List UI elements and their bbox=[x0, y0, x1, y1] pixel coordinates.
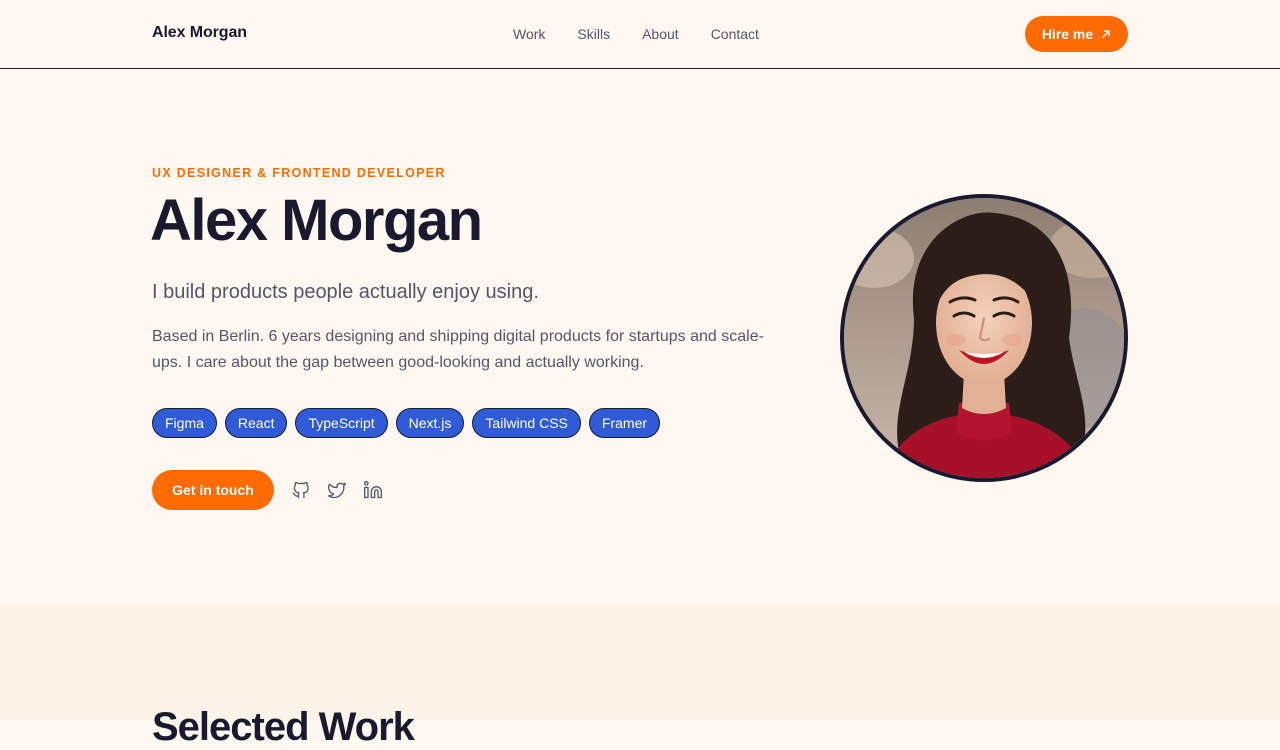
skill-chip-typescript: TypeScript bbox=[295, 408, 388, 438]
portrait-photo bbox=[840, 194, 1128, 482]
section-title: Selected Work bbox=[152, 705, 415, 749]
hero-tagline: I build products people actually enjoy u… bbox=[152, 281, 539, 303]
github-icon[interactable] bbox=[290, 479, 312, 501]
site-header: Alex Morgan Work Skills About Contact Hi… bbox=[0, 0, 1280, 69]
skill-chips: Figma React TypeScript Next.js Tailwind … bbox=[152, 408, 668, 438]
skill-chip-figma: Figma bbox=[152, 408, 217, 438]
hire-me-button[interactable]: Hire me bbox=[1025, 16, 1128, 52]
skill-chip-nextjs: Next.js bbox=[395, 408, 465, 438]
twitter-icon[interactable] bbox=[326, 479, 348, 501]
selected-work-section: Selected Work bbox=[0, 605, 1280, 749]
cta-row: Get in touch bbox=[152, 470, 398, 510]
hero-bio: Based in Berlin. 6 years designing and s… bbox=[152, 328, 764, 371]
arrow-up-right-icon bbox=[1101, 29, 1111, 39]
role-eyebrow: UX DESIGNER & FRONTEND DEVELOPER bbox=[152, 166, 446, 180]
skill-chip-tailwind: Tailwind CSS bbox=[472, 408, 581, 438]
nav-link-work[interactable]: Work bbox=[513, 26, 545, 42]
get-in-touch-button[interactable]: Get in touch bbox=[152, 470, 274, 510]
hire-me-label: Hire me bbox=[1041, 26, 1094, 42]
nav-link-about[interactable]: About bbox=[642, 26, 679, 42]
linkedin-icon[interactable] bbox=[362, 479, 384, 501]
nav-link-contact[interactable]: Contact bbox=[711, 26, 759, 42]
skill-chip-framer: Framer bbox=[588, 408, 661, 438]
brand-logo[interactable]: Alex Morgan bbox=[152, 24, 247, 42]
main-nav: Work Skills About Contact bbox=[513, 26, 759, 42]
skill-chip-react: React bbox=[224, 408, 288, 438]
nav-link-skills[interactable]: Skills bbox=[577, 26, 610, 42]
hero-title: Alex Morgan bbox=[150, 188, 483, 253]
